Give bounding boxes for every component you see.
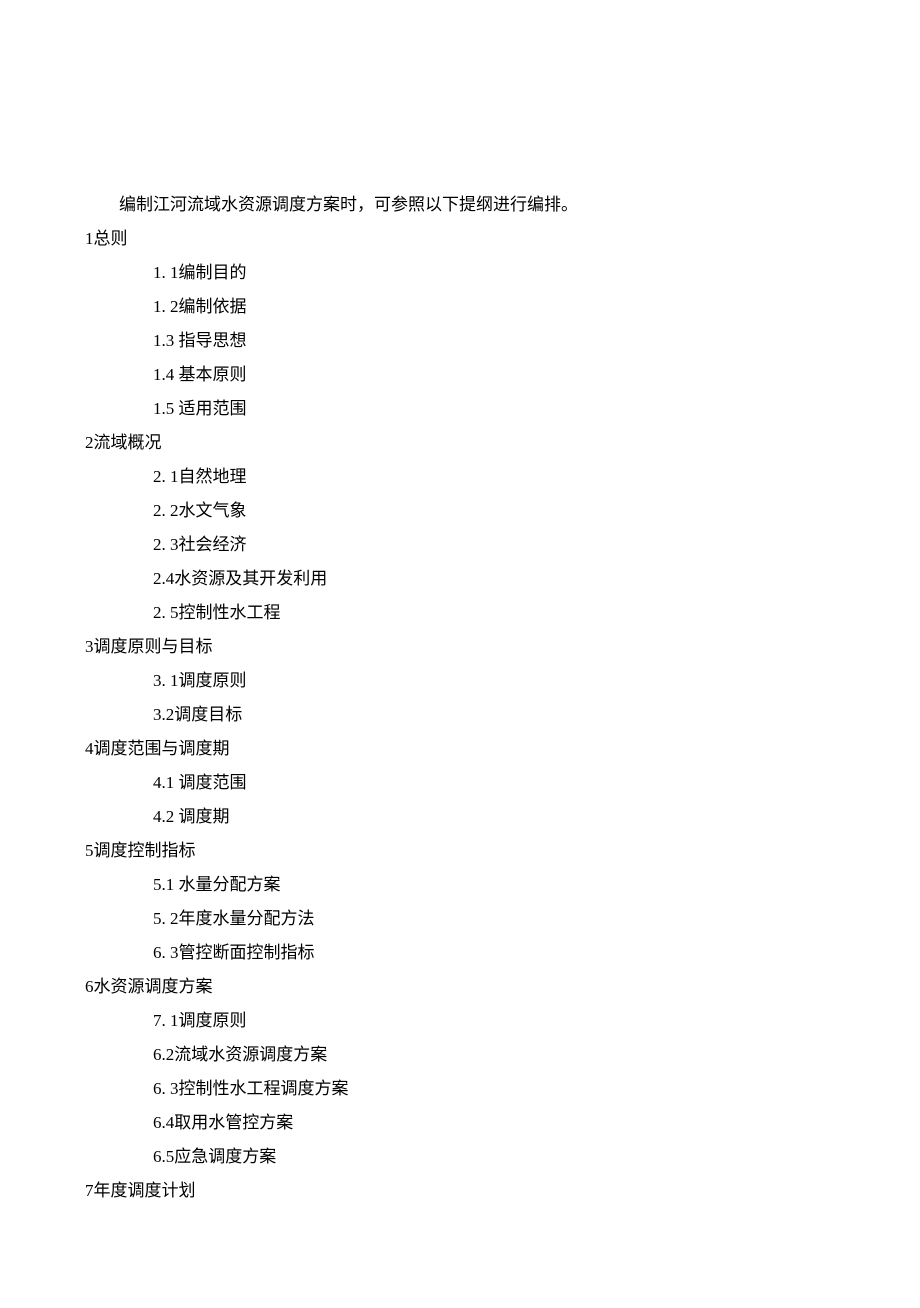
section-item: 3. 1调度原则 (85, 664, 835, 698)
section-item: 3.2调度目标 (85, 698, 835, 732)
section-item: 2. 2水文气象 (85, 494, 835, 528)
section-item: 4.2 调度期 (85, 800, 835, 834)
section-item: 1.4 基本原则 (85, 358, 835, 392)
intro-paragraph: 编制江河流域水资源调度方案时，可参照以下提纲进行编排。 (85, 188, 835, 222)
section-heading: 4调度范围与调度期 (85, 732, 835, 766)
section-item: 6.5应急调度方案 (85, 1140, 835, 1174)
section-heading: 2流域概况 (85, 426, 835, 460)
section-item: 1.5 适用范围 (85, 392, 835, 426)
section-item: 2. 5控制性水工程 (85, 596, 835, 630)
section-item: 1. 2编制依据 (85, 290, 835, 324)
section-item: 6. 3管控断面控制指标 (85, 936, 835, 970)
section-heading: 7年度调度计划 (85, 1174, 835, 1208)
section-item: 4.1 调度范围 (85, 766, 835, 800)
section-item: 6. 3控制性水工程调度方案 (85, 1072, 835, 1106)
section-item: 2. 3社会经济 (85, 528, 835, 562)
section-item: 1.3 指导思想 (85, 324, 835, 358)
section-item: 6.2流域水资源调度方案 (85, 1038, 835, 1072)
section-item: 7. 1调度原则 (85, 1004, 835, 1038)
document-page: 编制江河流域水资源调度方案时，可参照以下提纲进行编排。 1总则1. 1编制目的1… (0, 0, 920, 1308)
section-heading: 5调度控制指标 (85, 834, 835, 868)
outline-container: 1总则1. 1编制目的1. 2编制依据1.3 指导思想1.4 基本原则1.5 适… (85, 222, 835, 1208)
section-item: 5.1 水量分配方案 (85, 868, 835, 902)
section-item: 2.4水资源及其开发利用 (85, 562, 835, 596)
section-heading: 6水资源调度方案 (85, 970, 835, 1004)
section-heading: 3调度原则与目标 (85, 630, 835, 664)
section-heading: 1总则 (85, 222, 835, 256)
section-item: 1. 1编制目的 (85, 256, 835, 290)
section-item: 6.4取用水管控方案 (85, 1106, 835, 1140)
section-item: 2. 1自然地理 (85, 460, 835, 494)
section-item: 5. 2年度水量分配方法 (85, 902, 835, 936)
